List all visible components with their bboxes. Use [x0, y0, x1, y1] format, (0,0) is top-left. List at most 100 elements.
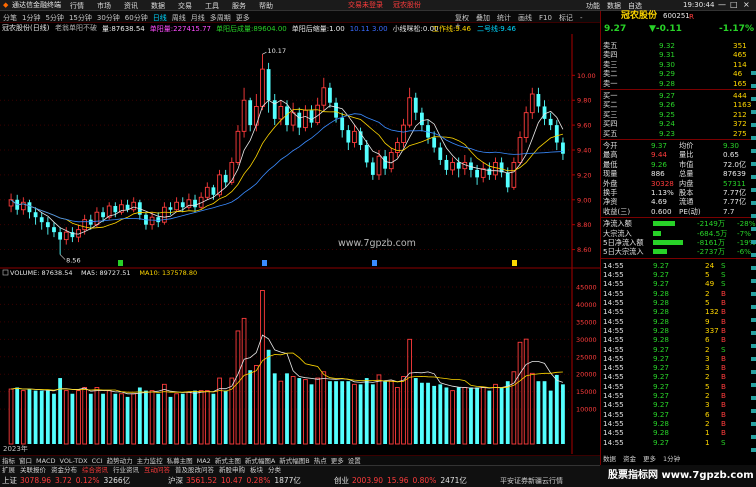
site-watermark: 股票指标网 www.7gpzb.com [600, 465, 756, 487]
candle-body [450, 161, 455, 171]
top-link-2[interactable]: 自选 [628, 2, 642, 10]
minimize-icon[interactable]: — [718, 1, 726, 9]
ext-tab-7[interactable]: 新股申购 [219, 466, 245, 474]
indicator-values-right: 工作线:9.46 二号线:9.46 [432, 25, 522, 33]
menu-item-1[interactable]: 市场 [97, 2, 111, 10]
kline-chart[interactable]: 10.00 9.80 9.60 9.40 9.20 9.00 8.80 8.60 10.17 8… [0, 34, 600, 454]
stat-row-4: 外盘 30328 内盘 57311 [601, 179, 756, 188]
volume-tick-5: 20000 [576, 371, 597, 379]
indicator-tab-3[interactable]: VOL-TDX [59, 457, 87, 465]
indicator-tab-6[interactable]: 主力监控 [137, 457, 163, 465]
indicator-tab-7[interactable]: 私募主图 [167, 457, 193, 465]
stat-row-2: 最低 9.26 市值 72.0亿 [601, 160, 756, 169]
volume-bar [426, 382, 430, 444]
indicator-tab-13[interactable]: 更多 [331, 457, 344, 465]
indicator-tab-12[interactable]: 热点 [314, 457, 327, 465]
tab-period-2[interactable]: 5分钟 [45, 14, 63, 22]
bid-price: 9.24 [659, 119, 676, 129]
candle-body [321, 87, 327, 106]
ask-label: 卖一 [603, 78, 618, 88]
last-price: 9.27 [604, 24, 627, 34]
top-link-0[interactable]: 功能 [586, 2, 600, 10]
volume-bar [45, 390, 50, 444]
ext-tab-1[interactable]: 关联报价 [20, 466, 46, 474]
panel-footer-tab-3[interactable]: 1分钟 [663, 456, 680, 463]
tab-period-10[interactable]: 更多 [236, 14, 250, 22]
menu-item-2[interactable]: 资讯 [124, 2, 138, 10]
ext-tab-8[interactable]: 板块 [250, 466, 263, 474]
price-tick-2: 9.60 [577, 122, 591, 130]
indicator-tab-4[interactable]: CCI [92, 457, 103, 465]
candle-body [561, 142, 565, 154]
bid-label: 买四 [603, 119, 618, 129]
indicator-tab-2[interactable]: MACD [36, 457, 55, 465]
close-icon[interactable]: × [743, 1, 750, 9]
index-2[interactable]: 创业 2003.90 15.96 0.80% 2471亿 [334, 477, 467, 485]
ext-tab-5[interactable]: 互动问答 [144, 466, 170, 474]
tab-period-0[interactable]: 分笔 [3, 14, 17, 22]
tick-price: 9.27 [653, 260, 670, 270]
ext-tab-6[interactable]: 普及股改问答 [175, 466, 214, 474]
tab-period-5[interactable]: 60分钟 [125, 14, 148, 22]
indicator-tab-14[interactable]: 设置 [348, 457, 361, 465]
tab-period-7[interactable]: 周线 [172, 14, 186, 22]
tab-period-8[interactable]: 月线 [191, 14, 205, 22]
tick-time: 14:55 [603, 409, 624, 419]
volume-bar [364, 378, 369, 444]
ext-tab-3[interactable]: 综合资讯 [82, 466, 108, 474]
login-notice[interactable]: 交易未登录 [348, 2, 383, 9]
scroll-mark [751, 396, 756, 400]
panel-footer-tab-0[interactable]: 数据 [603, 456, 616, 463]
menu-item-5[interactable]: 工具 [205, 2, 219, 10]
tool-tab-2[interactable]: 统计 [497, 14, 511, 22]
tab-period-4[interactable]: 30分钟 [97, 14, 120, 22]
top-link-1[interactable]: 数据 [607, 2, 621, 10]
tool-tab-5[interactable]: 标记 [559, 14, 573, 22]
ext-tab-9[interactable]: 分类 [268, 466, 281, 474]
stock-tag[interactable]: 冠农股份 [393, 2, 421, 9]
candle-body [235, 130, 241, 163]
indicator-tab-0[interactable]: 指标 [2, 457, 15, 465]
index-1[interactable]: 沪深 3561.52 10.47 0.28% 1877亿 [168, 477, 301, 485]
formula-name[interactable]: 老翁单阳不破 [55, 25, 97, 32]
menu-item-0[interactable]: 行情 [70, 2, 84, 10]
candle-body [168, 207, 173, 210]
menu-item-7[interactable]: 帮助 [259, 2, 273, 10]
divider [601, 257, 756, 259]
indicator-tab-10[interactable]: 新式幅图A [245, 457, 275, 465]
indicator-tab-11[interactable]: 新式幅图B [279, 457, 309, 465]
tab-period-9[interactable]: 多周期 [210, 14, 231, 22]
tool-tab-1[interactable]: 叠加 [476, 14, 490, 22]
tab-period-3[interactable]: 15分钟 [69, 14, 92, 22]
panel-footer-tab-1[interactable]: 资金 [623, 456, 636, 463]
candle-body [131, 201, 137, 211]
stat-label: 最高 [603, 150, 618, 160]
tab-period-6[interactable]: 日线 [153, 14, 167, 22]
stat-value: 9.26 [651, 159, 668, 169]
tick-row-12: 14:55 9.27 2 B [601, 372, 756, 381]
volume-bar [340, 381, 345, 444]
menu-item-3[interactable]: 数据 [151, 2, 165, 10]
ext-tab-4[interactable]: 行业资讯 [113, 466, 139, 474]
panel-footer-tab-2[interactable]: 更多 [643, 456, 656, 463]
candle-body [407, 97, 412, 126]
indicator-tab-9[interactable]: 新式主图 [215, 457, 241, 465]
panel-scrollbar[interactable] [751, 71, 756, 461]
indicator-tab-8[interactable]: MA2 [197, 457, 211, 465]
tool-tab-0[interactable]: 复权 [455, 14, 469, 22]
indicator-tab-5[interactable]: 趋势动力 [107, 457, 133, 465]
menu-item-6[interactable]: 服务 [232, 2, 246, 10]
tool-tab-3[interactable]: 画线 [518, 14, 532, 22]
tab-period-1[interactable]: 1分钟 [22, 14, 40, 22]
menu-item-4[interactable]: 交易 [178, 2, 192, 10]
bid-label: 买一 [603, 91, 618, 100]
maximize-icon[interactable]: □ [730, 1, 738, 9]
stat-row-5: 换手 1.13% 股本 7.77亿 [601, 188, 756, 197]
indicator-tab-1[interactable]: 窗口 [19, 457, 32, 465]
ext-tab-2[interactable]: 资金分布 [51, 466, 77, 474]
ext-tab-0[interactable]: 扩展 [2, 466, 15, 474]
index-0[interactable]: 上证 3078.96 3.72 0.12% 3266亿 [2, 477, 130, 485]
tool-tab-4[interactable]: F10 [539, 14, 552, 22]
scroll-mark [751, 162, 756, 166]
tool-tab-6[interactable]: - [580, 14, 583, 22]
